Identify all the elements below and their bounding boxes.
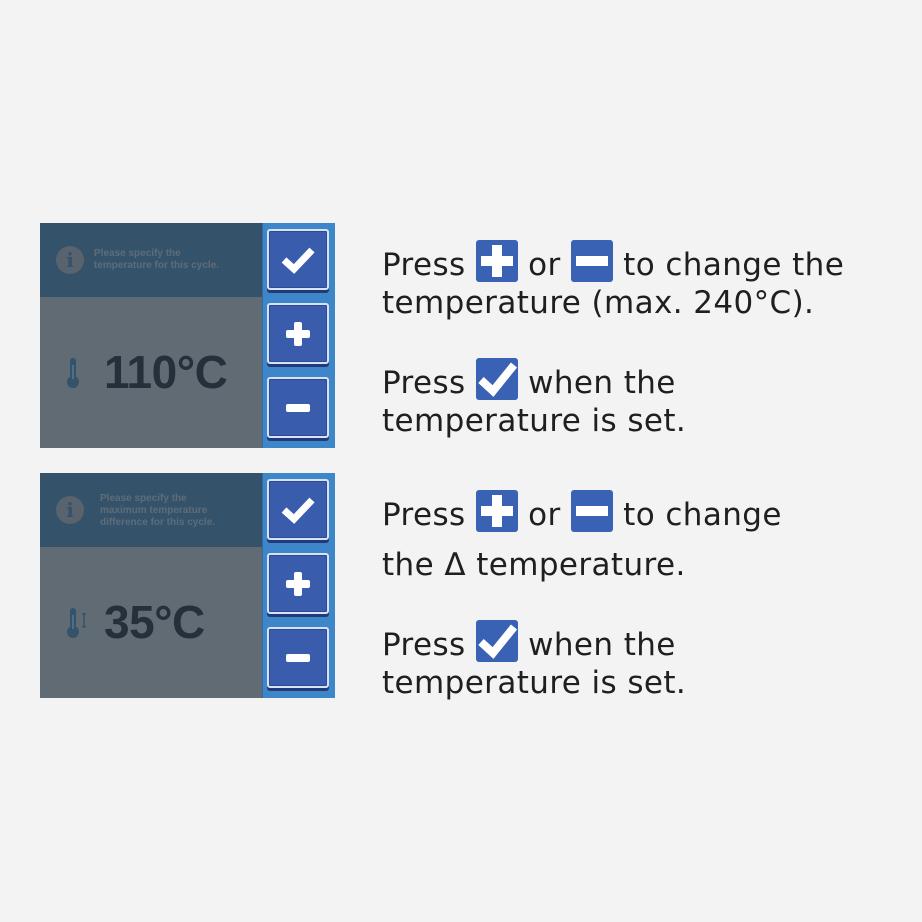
button-column <box>262 223 335 448</box>
confirm-button[interactable] <box>267 479 329 540</box>
check-icon <box>475 620 518 662</box>
instruction-text: or <box>528 247 561 283</box>
instruction-text: Press <box>382 627 466 663</box>
instruction-line: Press when the <box>382 358 912 402</box>
plus-icon <box>286 571 310 596</box>
instructions-temperature: Press or to change the temperature (max.… <box>382 240 912 440</box>
screen-header: i Please specify the maximum temperature… <box>40 473 262 547</box>
instruction-line: temperature is set. <box>382 665 687 701</box>
minus-icon <box>286 653 310 662</box>
check-icon <box>475 358 518 400</box>
instruction-line: the Δ temperature. <box>382 547 686 583</box>
screen-header: i Please specify the temperature for thi… <box>40 223 262 297</box>
instruction-text: Press <box>382 365 466 401</box>
check-icon <box>281 247 315 274</box>
instruction-text: when the <box>528 627 676 663</box>
temperature-value: 35°C <box>104 596 205 648</box>
decrease-button[interactable] <box>267 627 329 688</box>
plus-icon <box>286 321 310 346</box>
delta-thermometer-icon <box>67 608 86 638</box>
increase-button[interactable] <box>267 303 329 364</box>
plus-icon <box>475 490 518 532</box>
instruction-line: temperature is set. <box>382 403 687 439</box>
instruction-text: or <box>528 497 561 533</box>
instruction-line: temperature (max. 240°C). <box>382 285 815 321</box>
info-icon: i <box>56 496 84 524</box>
instruction-line: Press when the <box>382 620 912 664</box>
instruction-text: to change the <box>623 247 845 283</box>
instruction-text: when the <box>528 365 676 401</box>
display-screen: i Please specify the temperature for thi… <box>40 223 262 448</box>
increase-button[interactable] <box>267 553 329 614</box>
instruction-text: Press <box>382 497 466 533</box>
check-icon <box>281 497 315 524</box>
minus-icon <box>570 490 613 532</box>
hint-text: Please specify the maximum temperature d… <box>100 493 216 528</box>
minus-icon <box>570 240 613 282</box>
minus-icon <box>286 403 310 412</box>
temperature-panel: i Please specify the temperature for thi… <box>40 223 335 448</box>
temperature-value: 110°C <box>104 346 228 398</box>
delta-temperature-panel: i Please specify the maximum temperature… <box>40 473 335 698</box>
decrease-button[interactable] <box>267 377 329 438</box>
hint-text: Please specify the temperature for this … <box>94 248 220 271</box>
instruction-text: to change <box>623 497 782 533</box>
display-screen: i Please specify the maximum temperature… <box>40 473 262 698</box>
button-column <box>262 473 335 698</box>
plus-icon <box>475 240 518 282</box>
instruction-line: Press or to change the <box>382 240 912 284</box>
info-icon: i <box>56 246 84 274</box>
thermometer-icon <box>67 358 79 388</box>
instruction-text: Press <box>382 247 466 283</box>
confirm-button[interactable] <box>267 229 329 290</box>
instruction-line: Press or to change <box>382 490 912 534</box>
instructions-delta-temperature: Press or to change the Δ temperature. Pr… <box>382 490 912 702</box>
